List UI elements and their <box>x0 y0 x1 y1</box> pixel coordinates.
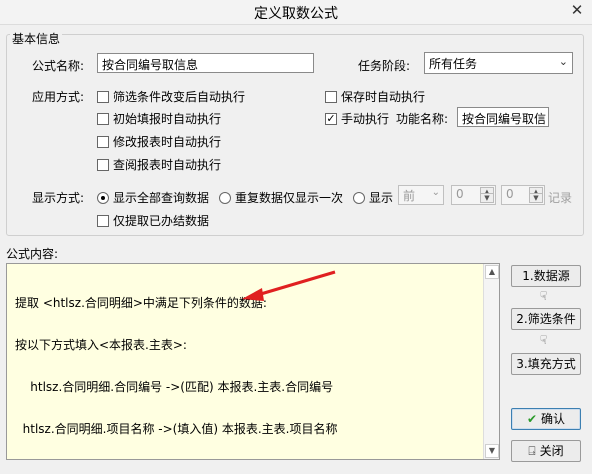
formula-line: htlsz.合同明细.项目名称 ->(填入值) 本报表.主表.项目名称 <box>15 422 338 436</box>
door-exit-icon: ⍈ <box>528 444 536 458</box>
radio-dot <box>97 191 109 204</box>
option-initial-fill-checkbox[interactable]: 初始填报时自动执行 <box>97 110 221 127</box>
option-label: 保存时自动执行 <box>341 90 426 104</box>
checkbox-box <box>97 112 109 125</box>
close-label: 关闭 <box>539 444 564 458</box>
record-count-spinner[interactable]: 0 ▲ ▼ <box>501 185 545 205</box>
display-unique-radio[interactable]: 重复数据仅显示一次 <box>219 189 343 206</box>
red-arrow-icon <box>242 270 336 301</box>
formula-content-label: 公式内容: <box>6 247 59 261</box>
confirm-label: 确认 <box>541 412 566 426</box>
data-source-button[interactable]: 1.数据源 <box>511 265 581 287</box>
step-arrow-icon: ☟ <box>540 289 548 303</box>
title-bar: 定义取数公式 ✕ <box>0 0 592 25</box>
radio-label: 显示全部查询数据 <box>113 191 210 205</box>
checkbox-box <box>97 214 109 227</box>
checkbox-box <box>97 158 109 171</box>
close-icon[interactable]: ✕ <box>568 1 586 19</box>
option-filter-change-checkbox[interactable]: 筛选条件改变后自动执行 <box>97 88 245 105</box>
only-done-checkbox[interactable]: 仅提取已办结数据 <box>97 212 209 229</box>
radio-label: 重复数据仅显示一次 <box>235 191 344 205</box>
spinner-value: 0 <box>456 187 464 201</box>
task-stage-value: 所有任务 <box>429 57 478 71</box>
formula-name-input[interactable]: 按合同编号取信息 <box>97 53 314 73</box>
option-label: 修改报表时自动执行 <box>113 135 222 149</box>
close-button[interactable]: ⍈ 关闭 <box>511 440 581 462</box>
formula-line: 按以下方式填入<本报表.主表>: <box>15 338 187 352</box>
option-save-checkbox[interactable]: 保存时自动执行 <box>325 88 425 105</box>
checkbox-box <box>97 90 109 103</box>
display-mode-label: 显示方式: <box>32 191 85 205</box>
formula-line: htlsz.合同明细.合同编号 ->(匹配) 本报表.主表.合同编号 <box>15 380 334 394</box>
records-label: 记录 <box>548 191 573 205</box>
spin-down-icon[interactable]: ▼ <box>529 193 543 203</box>
radio-label: 显示 <box>369 191 394 205</box>
checkbox-box <box>97 135 109 148</box>
radio-dot <box>353 191 365 204</box>
checkbox-box <box>325 90 337 103</box>
option-label: 仅提取已办结数据 <box>113 214 210 228</box>
task-stage-label: 任务阶段: <box>358 59 411 73</box>
display-all-radio[interactable]: 显示全部查询数据 <box>97 189 209 206</box>
chevron-down-icon: ⌄ <box>431 187 440 198</box>
option-view-report-checkbox[interactable]: 查阅报表时自动执行 <box>97 156 221 173</box>
fill-mode-button[interactable]: 3.填充方式 <box>511 353 581 375</box>
confirm-button[interactable]: ✔ 确认 <box>511 408 581 430</box>
option-manual-checkbox[interactable]: ✓ 手动执行 <box>325 110 389 127</box>
option-label: 手动执行 <box>341 112 390 126</box>
checkbox-box-checked: ✓ <box>325 111 337 125</box>
display-position-select[interactable]: 前 ⌄ <box>398 185 444 205</box>
option-label: 筛选条件改变后自动执行 <box>113 90 246 104</box>
filter-condition-button[interactable]: 2.筛选条件 <box>511 308 581 330</box>
option-label: 初始填报时自动执行 <box>113 112 222 126</box>
apply-mode-label: 应用方式: <box>32 90 85 104</box>
scroll-up-icon[interactable]: ▲ <box>485 265 499 279</box>
chevron-down-icon: ⌄ <box>558 55 568 68</box>
vertical-scrollbar[interactable]: ▲ ▼ <box>483 264 499 459</box>
spin-down-icon[interactable]: ▼ <box>480 193 494 203</box>
arrow-head <box>242 288 264 301</box>
function-name-label: 功能名称: <box>396 112 449 126</box>
checkmark-icon: ✔ <box>526 412 538 426</box>
step-arrow-icon: ☟ <box>540 333 548 347</box>
option-label: 查阅报表时自动执行 <box>113 158 222 172</box>
display-position-value: 前 <box>403 189 416 203</box>
dialog-window: 定义取数公式 ✕ 基本信息 公式名称: 按合同编号取信息 任务阶段: 所有任务 … <box>0 0 592 474</box>
spinner-value: 0 <box>506 187 514 201</box>
basic-info-legend: 基本信息 <box>10 30 63 47</box>
scroll-down-icon[interactable]: ▼ <box>485 444 499 458</box>
display-limit-radio[interactable]: 显示 <box>353 189 393 206</box>
task-stage-select[interactable]: 所有任务 ⌄ <box>424 52 573 74</box>
dialog-title: 定义取数公式 <box>254 6 338 22</box>
radio-dot <box>219 191 231 204</box>
function-name-input[interactable]: 按合同编号取信 <box>457 107 549 127</box>
formula-name-label: 公式名称: <box>32 59 85 73</box>
option-modify-report-checkbox[interactable]: 修改报表时自动执行 <box>97 133 221 150</box>
record-start-spinner[interactable]: 0 ▲ ▼ <box>451 185 496 205</box>
arrow-shaft <box>253 270 336 298</box>
